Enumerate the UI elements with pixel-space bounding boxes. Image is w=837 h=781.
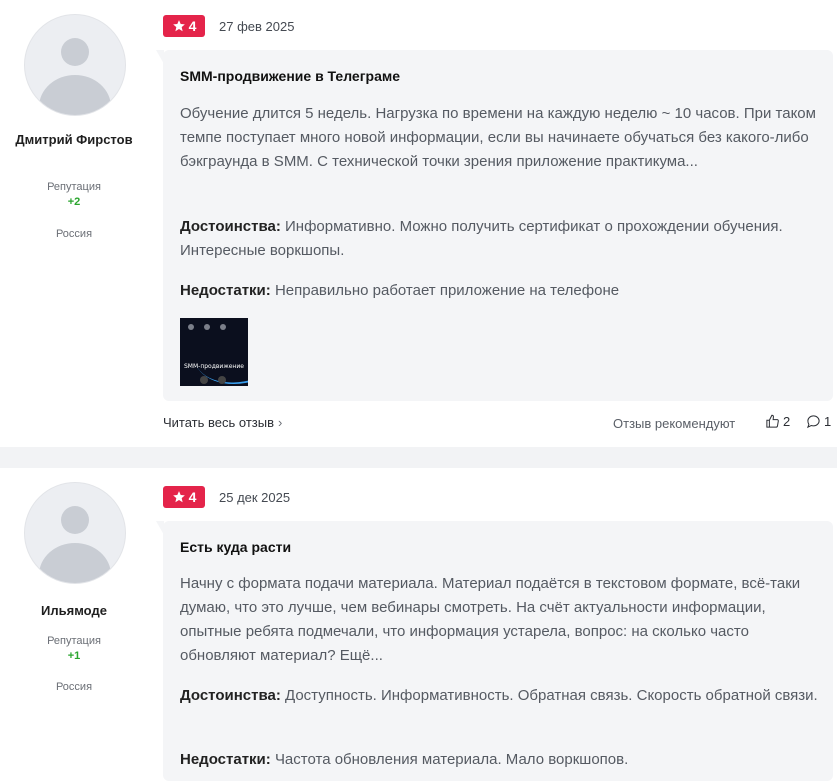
pros-label: Достоинства: — [180, 218, 281, 235]
review-separator — [0, 447, 837, 468]
review-card: Ильямоде Репутация +1 Россия 4 25 дек 20… — [0, 468, 837, 781]
comment-button[interactable]: 1 — [806, 414, 831, 429]
review-pros: Достоинства: Информативно. Можно получит… — [180, 215, 820, 263]
like-count: 2 — [783, 414, 791, 429]
review-pros: Достоинства: Доступность. Информативност… — [180, 684, 820, 708]
user-placeholder-icon — [61, 38, 89, 66]
cons-text: Неправильно работает приложение на телеф… — [274, 282, 620, 299]
like-button[interactable]: 2 — [765, 414, 790, 429]
thumbnail-caption: SMM-продвижение — [184, 363, 244, 370]
rating-value: 4 — [188, 18, 197, 34]
review-body: SMM-продвижение в Телеграме Обучение дли… — [156, 50, 833, 401]
review-card: Дмитрий Фирстов Репутация +2 Россия 4 27… — [0, 0, 837, 447]
review-date: 25 дек 2025 — [219, 490, 291, 505]
review-cons: Недостатки: Неправильно работает приложе… — [180, 279, 820, 303]
cons-label: Недостатки: — [180, 282, 271, 299]
comment-icon — [806, 415, 820, 429]
author-name[interactable]: Дмитрий Фирстов — [14, 131, 134, 148]
cons-label: Недостатки: — [180, 751, 271, 768]
rating-value: 4 — [188, 489, 197, 505]
author-country: Россия — [55, 681, 93, 693]
rating-badge: 4 — [163, 486, 205, 508]
cons-text: Частота обновления материала. Мало воркш… — [274, 751, 629, 768]
review-date: 27 фев 2025 — [219, 19, 295, 34]
review-title: Есть куда расти — [180, 539, 292, 555]
pros-text: Доступность. Информативность. Обратная с… — [285, 687, 818, 704]
review-text: Начну с формата подачи материала. Матери… — [180, 575, 801, 664]
recommend-label: Отзыв рекомендуют — [613, 416, 736, 431]
review-cons: Недостатки: Частота обновления материала… — [180, 748, 820, 772]
comment-count: 1 — [824, 414, 832, 429]
pros-label: Достоинства: — [180, 687, 281, 704]
review-body: Есть куда расти Начну с формата подачи м… — [156, 521, 833, 781]
reputation-value: +2 — [67, 196, 81, 208]
reputation-label: Репутация — [47, 181, 101, 193]
read-full-review-link[interactable]: Читать весь отзыв › — [163, 415, 282, 430]
author-country: Россия — [55, 228, 93, 240]
reputation-value: +1 — [67, 650, 81, 662]
star-icon — [172, 20, 185, 32]
review-title: SMM-продвижение в Телеграме — [180, 68, 401, 84]
chevron-right-icon: › — [278, 415, 283, 430]
star-icon — [172, 491, 185, 503]
rating-badge: 4 — [163, 15, 205, 37]
review-photo-thumbnail[interactable]: SMM-продвижение — [180, 318, 248, 386]
reputation-label: Репутация — [47, 635, 101, 647]
author-name[interactable]: Ильямоде — [14, 602, 134, 619]
avatar — [24, 482, 126, 584]
user-placeholder-icon — [61, 506, 89, 534]
avatar — [24, 14, 126, 116]
thumbs-up-icon — [766, 414, 779, 428]
review-text: Обучение длится 5 недель. Нагрузка по вр… — [180, 105, 816, 170]
